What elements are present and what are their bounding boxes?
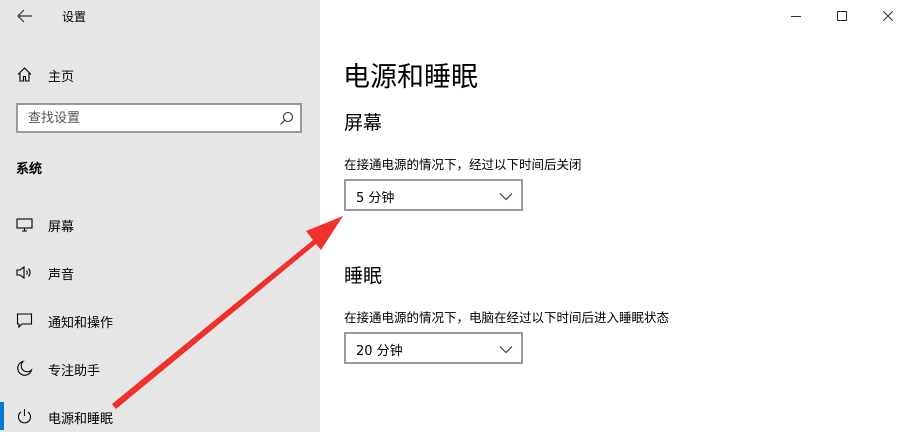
sidebar-item-notifications[interactable]: 通知和操作	[0, 300, 320, 340]
speaker-icon	[16, 265, 31, 280]
sidebar-item-label: 通知和操作	[48, 316, 114, 331]
maximize-icon	[837, 11, 847, 21]
search-icon[interactable]	[279, 111, 294, 126]
screen-timeout-dropdown[interactable]: 5 分钟	[344, 179, 523, 211]
app-title: 设置	[62, 10, 87, 24]
sidebar: 设置 主页 系统 屏幕 声音 通知和操作	[0, 0, 320, 432]
home-icon	[17, 67, 32, 82]
active-indicator	[0, 402, 4, 430]
sleep-timeout-description: 在接通电源的情况下，电脑在经过以下时间后进入睡眠状态	[344, 310, 670, 325]
notification-icon	[16, 313, 33, 329]
chevron-down-icon	[499, 193, 513, 201]
page-title: 电源和睡眠	[343, 62, 478, 93]
monitor-icon	[16, 218, 33, 232]
sidebar-item-label: 电源和睡眠	[48, 412, 114, 427]
sidebar-item-power-sleep[interactable]: 电源和睡眠	[0, 396, 320, 436]
close-icon	[883, 11, 893, 21]
close-button[interactable]	[865, 0, 911, 32]
screen-section-title: 屏幕	[344, 112, 383, 134]
window-controls	[773, 0, 911, 32]
sidebar-item-focus-assist[interactable]: 专注助手	[0, 348, 320, 388]
section-header: 系统	[16, 162, 43, 177]
back-button[interactable]	[12, 4, 38, 28]
sidebar-item-label: 声音	[48, 268, 75, 283]
search-box[interactable]	[16, 103, 302, 133]
dropdown-value: 20 分钟	[356, 344, 403, 359]
sidebar-item-label: 专注助手	[48, 364, 101, 379]
sleep-timeout-dropdown[interactable]: 20 分钟	[344, 332, 523, 364]
chevron-down-icon	[499, 346, 513, 354]
sidebar-item-home[interactable]: 主页	[0, 58, 320, 90]
sidebar-item-label: 主页	[48, 70, 75, 85]
titlebar-left: 设置	[0, 0, 320, 32]
sleep-section-title: 睡眠	[344, 265, 383, 287]
screen-timeout-description: 在接通电源的情况下，经过以下时间后关闭	[344, 157, 582, 172]
maximize-button[interactable]	[819, 0, 865, 32]
moon-icon	[17, 360, 33, 376]
search-input[interactable]	[18, 105, 280, 131]
power-icon	[17, 409, 32, 424]
minimize-button[interactable]	[773, 0, 819, 32]
minimize-icon	[791, 16, 801, 17]
sidebar-item-label: 屏幕	[48, 220, 75, 235]
back-arrow-icon	[17, 9, 32, 23]
dropdown-value: 5 分钟	[356, 191, 395, 206]
sidebar-item-sound[interactable]: 声音	[0, 252, 320, 292]
sidebar-item-display[interactable]: 屏幕	[0, 204, 320, 244]
